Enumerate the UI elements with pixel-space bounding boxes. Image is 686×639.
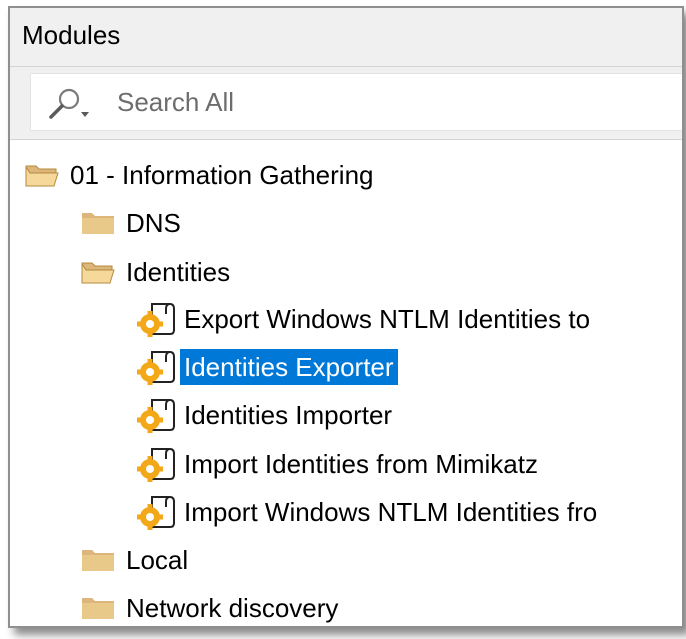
tree-item-import-ntlm[interactable]: Import Windows NTLM Identities fro <box>136 489 601 535</box>
tree-item-information-gathering[interactable]: 01 - Information Gathering <box>24 152 378 198</box>
tree-item-label: Network discovery <box>126 593 339 623</box>
search-box[interactable] <box>30 73 682 131</box>
modules-tree: 01 - Information Gathering DNS Identitie… <box>10 148 682 626</box>
tree-item-identities[interactable]: Identities <box>80 249 234 295</box>
tree-item-label: Export Windows NTLM Identities to <box>184 304 591 334</box>
folder-closed-icon <box>82 213 114 234</box>
module-script-icon <box>137 448 175 482</box>
folder-open-icon <box>25 165 59 187</box>
module-script-icon <box>137 496 175 530</box>
tree-item-label: Import Identities from Mimikatz <box>184 449 538 479</box>
tree-item-label: Identities Exporter <box>180 349 398 385</box>
tree-item-label: Identities <box>126 257 231 287</box>
tree-item-identities-exporter[interactable]: Identities Exporter <box>136 344 398 390</box>
tree-item-dns[interactable]: DNS <box>80 200 185 246</box>
modules-panel: Modules 01 - Information Gathering <box>8 6 684 628</box>
tree-item-local[interactable]: Local <box>80 537 192 583</box>
module-script-icon <box>137 303 175 337</box>
panel-title: Modules <box>22 20 121 50</box>
tree-item-label: 01 - Information Gathering <box>70 160 374 190</box>
folder-closed-icon <box>82 598 114 619</box>
tree-item-import-mimikatz[interactable]: Import Identities from Mimikatz <box>136 441 542 487</box>
module-script-icon <box>137 399 175 433</box>
search-icon[interactable] <box>45 86 93 122</box>
module-script-icon <box>137 351 175 385</box>
folder-open-icon <box>81 262 115 284</box>
tree-item-label: Import Windows NTLM Identities fro <box>184 497 598 527</box>
tree-item-network-discovery[interactable]: Network discovery <box>80 585 342 626</box>
tree-item-identities-importer[interactable]: Identities Importer <box>136 392 396 438</box>
tree-item-label: DNS <box>126 208 181 238</box>
tree-item-export-ntlm[interactable]: Export Windows NTLM Identities to <box>136 296 594 342</box>
tree-item-label: Local <box>126 545 189 575</box>
search-bar <box>10 67 682 140</box>
tree-item-label: Identities Importer <box>184 400 393 430</box>
search-input[interactable] <box>117 74 677 130</box>
panel-header: Modules <box>10 8 682 67</box>
folder-closed-icon <box>82 550 114 571</box>
